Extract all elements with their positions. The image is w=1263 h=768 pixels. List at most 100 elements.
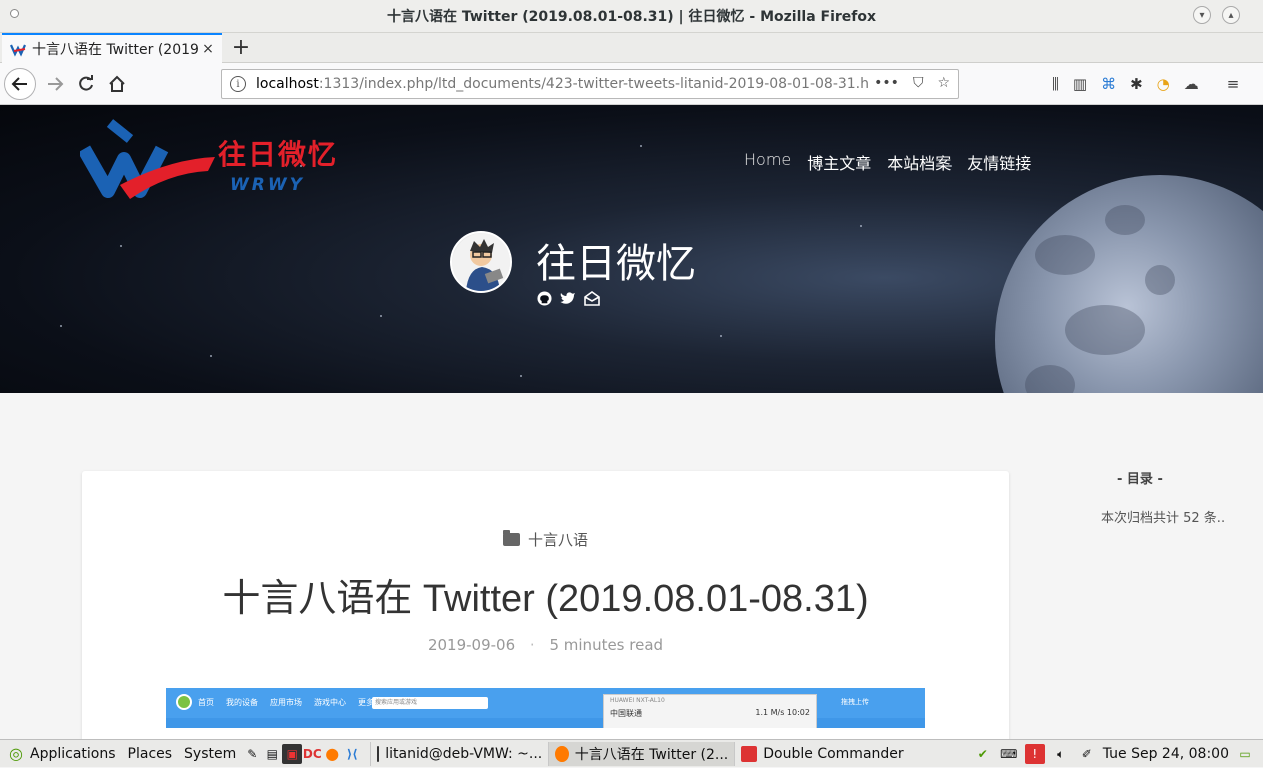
library-icon[interactable]: ⫼ [1052, 75, 1059, 93]
embedded-nav-item: 游戏中心 [314, 698, 346, 707]
arrow-left-icon [11, 77, 27, 91]
site-logo[interactable]: 往日微忆 WRWY [80, 119, 340, 199]
site-favicon-icon [10, 44, 26, 57]
terminal-launcher-icon[interactable]: ▣ [282, 743, 303, 764]
firefox-icon [555, 745, 569, 762]
embedded-nav: 首页 我的设备 应用市场 游戏中心 更多服务 [198, 697, 390, 708]
home-button[interactable] [102, 69, 132, 99]
logo-text-cn: 往日微忆 [218, 138, 339, 171]
back-button[interactable] [4, 68, 36, 100]
info-icon[interactable]: i [230, 76, 246, 92]
window-titlebar: 十言八语在 Twitter (2019.08.01-08.31) | 往日微忆 … [0, 0, 1263, 33]
toc-title: - 目录 - [1117, 472, 1163, 487]
pocket-icon[interactable]: ⛉ [913, 75, 924, 91]
post-card: 十言八语 十言八语在 Twitter (2019.08.01-08.31) 20… [82, 471, 1009, 761]
nav-articles[interactable]: 博主文章 [807, 150, 871, 174]
close-tab-icon[interactable]: × [200, 41, 216, 57]
window-menu-icon[interactable] [10, 9, 19, 18]
home-icon [109, 75, 125, 92]
main-content: 十言八语 十言八语在 Twitter (2019.08.01-08.31) 20… [0, 393, 1263, 761]
cloud-icon[interactable]: ☁ [1184, 75, 1199, 93]
page-actions-icon[interactable]: ••• [874, 75, 899, 91]
navigation-toolbar: i localhost :1313/index.php/ltd_document… [0, 63, 1263, 105]
clock[interactable]: Tue Sep 24, 08:00 [1103, 746, 1229, 762]
task-double-commander[interactable]: Double Commander [734, 741, 930, 766]
site-title: 往日微忆 [536, 241, 696, 287]
nav-friend-links[interactable]: 友情链接 [967, 150, 1031, 174]
embedded-phone-title: HUAWEI NXT-AL10 [610, 697, 665, 704]
bookmark-star-icon[interactable]: ☆ [937, 75, 950, 91]
applications-label: Applications [30, 745, 116, 762]
translate-icon[interactable]: ⌘ [1101, 75, 1116, 93]
post-category[interactable]: 十言八语 [82, 529, 1009, 550]
embedded-nav-item: 首页 [198, 698, 214, 707]
embedded-search: 搜索应用或游戏 [372, 697, 488, 709]
logo-text-en: WRWY [230, 175, 305, 195]
terminal-icon [377, 745, 380, 762]
double-commander-launcher-icon[interactable]: DC [302, 744, 322, 764]
meta-separator: · [529, 636, 535, 654]
sidebar-icon[interactable]: ▥ [1073, 75, 1087, 93]
double-commander-icon [741, 745, 758, 762]
task-firefox[interactable]: 十言八语在 Twitter (2... [548, 741, 735, 766]
forward-button[interactable] [40, 69, 70, 99]
task-label: litanid@deb-VMW: ~... [385, 745, 543, 762]
nav-home[interactable]: Home [744, 150, 791, 174]
applications-menu[interactable]: ◎ Applications [0, 740, 122, 768]
embedded-phone-status: 中国联通 1.1 M/s 10:02 [604, 706, 816, 721]
embedded-nav-item: 应用市场 [270, 698, 302, 707]
menu-icon[interactable]: ≡ [1227, 75, 1240, 93]
arrow-right-icon [48, 77, 64, 91]
reload-button[interactable] [71, 69, 101, 99]
minimize-button[interactable]: ▾ [1193, 6, 1211, 24]
twitter-icon[interactable] [560, 290, 576, 306]
embedded-upload-button: 拖拽上传 [841, 698, 869, 706]
post-date: 2019-09-06 [427, 636, 516, 654]
github-icon[interactable] [536, 290, 552, 306]
desktop-taskbar: ◎ Applications Places System ✎ ▤ ▣ DC ● … [0, 739, 1263, 767]
site-header: 往日微忆 WRWY Home 博主文章 本站档案 友情链接 往日微忆 [0, 105, 1263, 393]
task-label: Double Commander [763, 745, 904, 762]
volume-icon[interactable]: 🔈︎ [1051, 744, 1071, 764]
tab-bar: 十言八语在 Twitter (2019 × + [0, 33, 1263, 63]
url-bar[interactable]: i localhost :1313/index.php/ltd_document… [221, 69, 959, 99]
avatar-cartoon-icon [452, 233, 510, 291]
debian-icon: ◎ [9, 744, 23, 763]
clipboard-icon[interactable]: ✐ [1077, 744, 1097, 764]
update-check-icon[interactable]: ✔ [973, 744, 993, 764]
window-title: 十言八语在 Twitter (2019.08.01-08.31) | 往日微忆 … [386, 9, 877, 25]
url-host: localhost [256, 76, 319, 92]
nav-archive[interactable]: 本站档案 [887, 150, 951, 174]
tab-active[interactable]: 十言八语在 Twitter (2019 × [2, 33, 222, 63]
email-icon[interactable] [584, 290, 600, 306]
maximize-button[interactable]: ▴ [1222, 6, 1240, 24]
moon-image [995, 175, 1263, 393]
show-desktop-icon[interactable]: ▭ [1235, 744, 1255, 764]
logo-mark-icon [80, 119, 215, 199]
embedded-logo-icon [176, 694, 192, 710]
notes-launcher-icon[interactable]: ▤ [262, 744, 282, 764]
category-label: 十言八语 [527, 531, 588, 549]
system-menu[interactable]: System [178, 740, 242, 768]
folder-icon [502, 530, 520, 546]
post-image: 首页 我的设备 应用市场 游戏中心 更多服务 搜索应用或游戏 HUAWEI NX… [166, 688, 925, 728]
task-terminal[interactable]: litanid@deb-VMW: ~... [370, 741, 548, 766]
post-read-time: 5 minutes read [549, 636, 664, 654]
firefox-launcher-icon[interactable]: ● [322, 744, 342, 764]
text-editor-launcher-icon[interactable]: ✎ [242, 744, 262, 764]
keyboard-icon[interactable]: ⌨ [999, 744, 1019, 764]
new-tab-button[interactable]: + [230, 35, 252, 60]
places-menu[interactable]: Places [122, 740, 179, 768]
sync-icon[interactable]: ◔ [1157, 75, 1170, 93]
input-method-icon[interactable]: ! [1024, 744, 1045, 764]
extension-icon[interactable]: ✱ [1130, 75, 1143, 93]
reload-icon [79, 75, 93, 91]
avatar[interactable] [450, 231, 512, 293]
embedded-phone-window: HUAWEI NXT-AL10 中国联通 1.1 M/s 10:02 [603, 694, 817, 728]
system-tray: ✔ ⌨ ! 🔈︎ ✐ Tue Sep 24, 08:00 ▭ [973, 740, 1263, 768]
post-title[interactable]: 十言八语在 Twitter (2019.08.01-08.31) [82, 567, 1009, 622]
embedded-phone-carrier: 中国联通 [610, 709, 642, 718]
vscode-launcher-icon[interactable]: ⟩⟨ [342, 744, 362, 764]
social-links [536, 290, 600, 306]
embedded-phone-statusbar: 1.1 M/s 10:02 [755, 708, 810, 717]
